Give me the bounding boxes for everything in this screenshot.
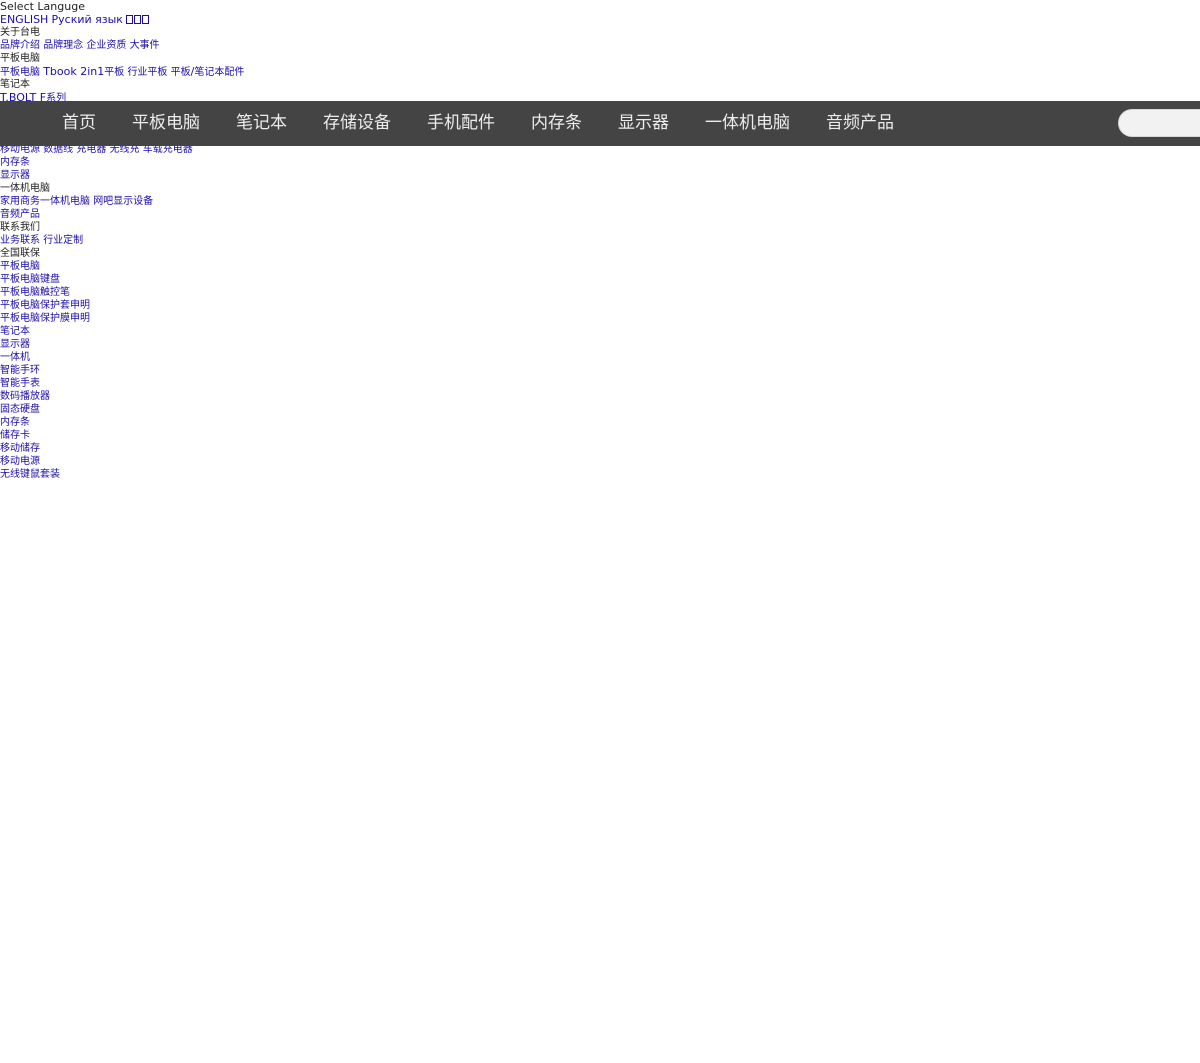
warranty-tablet-keyboard-link[interactable]: 平板电脑键盘	[0, 274, 60, 285]
warranty-item: 一体机	[0, 351, 1200, 364]
tablet-link[interactable]: 平板电脑	[0, 67, 40, 78]
warranty-item: 智能手环	[0, 364, 1200, 377]
netcafe-display-link[interactable]: 网吧显示设备	[93, 196, 153, 207]
menu-contact-links: 业务联系 行业定制	[0, 234, 1200, 247]
nav-phone-accessories[interactable]: 手机配件	[409, 101, 513, 146]
warranty-item: 移动电源	[0, 455, 1200, 468]
about-brand-concept-link[interactable]: 品牌理念	[43, 40, 83, 51]
audio-link[interactable]: 音频产品	[0, 209, 40, 220]
business-contact-link[interactable]: 业务联系	[0, 235, 40, 246]
lang-russian-link[interactable]: Руский язык	[52, 13, 123, 26]
language-links: ENGLISH Руский язык	[0, 13, 1200, 26]
industry-tablet-link[interactable]: 行业平板	[127, 67, 167, 78]
menu-contact-heading: 联系我们	[0, 222, 40, 233]
warranty-item: 平板电脑键盘	[0, 273, 1200, 286]
about-qualification-link[interactable]: 企业资质	[86, 40, 126, 51]
warranty-case-statement-link[interactable]: 平板电脑保护套申明	[0, 300, 90, 311]
warranty-item: 内存条	[0, 416, 1200, 429]
warranty-item: 平板电脑保护套申明	[0, 299, 1200, 312]
nav-aio[interactable]: 一体机电脑	[687, 101, 808, 146]
warranty-tablet-link[interactable]: 平板电脑	[0, 261, 40, 272]
warranty-monitor-link[interactable]: 显示器	[0, 339, 30, 350]
warranty-aio-link[interactable]: 一体机	[0, 352, 30, 363]
menu-monitor-row: 显示器	[0, 169, 1200, 182]
select-language-label: Select Languge	[0, 0, 85, 13]
memory-link[interactable]: 内存条	[0, 157, 30, 168]
missing-glyph-icon	[142, 15, 150, 24]
warranty-player-link[interactable]: 数码播放器	[0, 391, 50, 402]
main-nav-bar: 首页 平板电脑 笔记本 存储设备 手机配件 内存条 显示器 一体机电脑 音频产品	[0, 101, 1200, 146]
menu-audio-row: 音频产品	[0, 208, 1200, 221]
tbook-2in1-link[interactable]: Tbook 2in1	[43, 65, 104, 78]
warranty-keyboard-mouse-link[interactable]: 无线键鼠套装	[0, 469, 60, 480]
warranty-item: 智能手表	[0, 377, 1200, 390]
warranty-item: 无线键鼠套装	[0, 468, 1200, 481]
warranty-item: 储存卡	[0, 429, 1200, 442]
warranty-power-bank-link[interactable]: 移动电源	[0, 456, 40, 467]
warranty-notebook-link[interactable]: 笔记本	[0, 326, 30, 337]
search-input[interactable]	[1118, 109, 1200, 137]
tablet-accessory-suffix: 笔记本配件	[194, 67, 245, 78]
menu-tablet-links: 平板电脑 Tbook 2in1平板 行业平板 平板/笔记本配件	[0, 65, 1200, 78]
nav-home[interactable]: 首页	[44, 101, 114, 146]
nav-audio[interactable]: 音频产品	[808, 101, 912, 146]
warranty-watch-link[interactable]: 智能手表	[0, 378, 40, 389]
warranty-item: 固态硬盘	[0, 403, 1200, 416]
warranty-stylus-link[interactable]: 平板电脑触控笔	[0, 287, 70, 298]
menu-about-links: 品牌介绍 品牌理念 企业资质 大事件	[0, 39, 1200, 52]
menu-aio-links: 家用商务一体机电脑 网吧显示设备	[0, 195, 1200, 208]
warranty-film-statement-link[interactable]: 平板电脑保护膜申明	[0, 313, 90, 324]
lang-english-link[interactable]: ENGLISH	[0, 13, 48, 26]
missing-glyph-icon	[134, 15, 142, 24]
warranty-item: 平板电脑	[0, 260, 1200, 273]
nav-memory[interactable]: 内存条	[513, 101, 600, 146]
warranty-item: 平板电脑保护膜申明	[0, 312, 1200, 325]
warranty-item: 数码播放器	[0, 390, 1200, 403]
warranty-item: 笔记本	[0, 325, 1200, 338]
tablet-accessory-link[interactable]: 平板/笔记本配件	[170, 65, 245, 78]
menu-memory-row: 内存条	[0, 156, 1200, 169]
tablet-short-link[interactable]: 平板	[104, 67, 124, 78]
menu-notebook-heading: 笔记本	[0, 79, 30, 90]
warranty-ssd-link[interactable]: 固态硬盘	[0, 404, 40, 415]
warranty-mobile-storage-link[interactable]: 移动储存	[0, 443, 40, 454]
monitor-link[interactable]: 显示器	[0, 170, 30, 181]
warranty-band-link[interactable]: 智能手环	[0, 365, 40, 376]
warranty-item: 平板电脑触控笔	[0, 286, 1200, 299]
industry-custom-link[interactable]: 行业定制	[43, 235, 83, 246]
nav-notebook[interactable]: 笔记本	[218, 101, 305, 146]
page: Select Languge ENGLISH Руский язык 关于台电 …	[0, 0, 1200, 1063]
menu-aio-heading: 一体机电脑	[0, 183, 50, 194]
tablet-accessory-prefix: 平板	[170, 67, 191, 78]
menu-about-heading: 关于台电	[0, 27, 40, 38]
warranty-card-link[interactable]: 储存卡	[0, 430, 30, 441]
warranty-memory-link[interactable]: 内存条	[0, 417, 30, 428]
nav-tablet[interactable]: 平板电脑	[114, 101, 218, 146]
missing-glyph-icon	[126, 15, 134, 24]
nav-monitor[interactable]: 显示器	[600, 101, 687, 146]
home-business-aio-link[interactable]: 家用商务一体机电脑	[0, 196, 90, 207]
warranty-item: 显示器	[0, 338, 1200, 351]
about-events-link[interactable]: 大事件	[130, 40, 160, 51]
menu-warranty-heading: 全国联保	[0, 248, 40, 259]
lang-third-link[interactable]	[126, 13, 150, 26]
warranty-item: 移动储存	[0, 442, 1200, 455]
nav-storage[interactable]: 存储设备	[305, 101, 409, 146]
about-brand-intro-link[interactable]: 品牌介绍	[0, 40, 40, 51]
menu-tablet-heading: 平板电脑	[0, 53, 40, 64]
